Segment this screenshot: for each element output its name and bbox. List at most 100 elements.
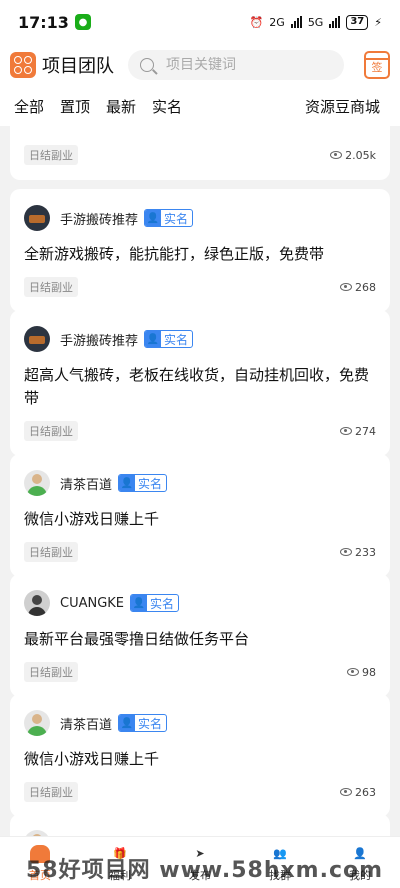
- profile-icon: 👤: [353, 847, 367, 860]
- post-footer: 日结副业 2.05k: [24, 144, 376, 166]
- post-card[interactable]: 手游搬砖推荐 👤 实名 全新游戏搬砖，能抗能打，绿色正版，免费带 日结副业 268: [10, 189, 390, 312]
- status-time: 17:13: [18, 12, 69, 32]
- view-count: 98: [362, 665, 376, 679]
- checkin-calendar-button[interactable]: 签: [364, 51, 390, 79]
- post-card[interactable]: 日结副业 2.05k: [10, 126, 390, 180]
- tabbar-publish[interactable]: ➤ 发布: [160, 837, 240, 888]
- avatar[interactable]: [24, 470, 50, 496]
- post-views: 274: [340, 425, 376, 438]
- signal-icon: [290, 16, 302, 28]
- tabbar-mine-label: 我的: [349, 868, 371, 882]
- eye-icon: [330, 151, 343, 159]
- post-author-row: 手游搬砖推荐 👤 实名: [24, 203, 376, 233]
- view-count: 263: [355, 785, 376, 799]
- user-icon: 👤: [119, 715, 136, 731]
- tabbar-welfare-label: 福利: [109, 868, 131, 882]
- alarm-icon: ⏰: [249, 15, 264, 29]
- tabbar-mine[interactable]: 👤 我的: [320, 837, 400, 888]
- user-icon: 👤: [145, 331, 162, 347]
- search-bar[interactable]: [128, 50, 344, 80]
- verified-badge: 👤 实名: [118, 714, 168, 732]
- user-icon: 👤: [131, 595, 148, 611]
- avatar[interactable]: [24, 590, 50, 616]
- post-card[interactable]: CUANGKE 👤 实名 最新平台最强零撸日结做任务平台 日结副业 98: [10, 574, 390, 697]
- author-name[interactable]: 清茶百道: [60, 474, 112, 493]
- post-card[interactable]: 清茶百道 👤 实名 微信小游戏日赚上千 日结副业 263: [10, 694, 390, 817]
- verified-badge: 👤 实名: [118, 474, 168, 492]
- post-card[interactable]: [10, 814, 390, 836]
- post-author-row: CUANGKE 👤 实名: [24, 588, 376, 618]
- author-name[interactable]: 手游搬砖推荐: [60, 209, 138, 228]
- verified-label: 实名: [138, 716, 163, 731]
- app-logo-icon: [10, 52, 36, 78]
- post-title[interactable]: 全新游戏搬砖，能抗能打，绿色正版，免费带: [24, 243, 376, 266]
- search-icon: [140, 58, 154, 72]
- status-indicators: ⏰ 2G 5G 37 ⚡: [249, 14, 382, 30]
- post-tag: 日结副业: [24, 662, 78, 682]
- post-views: 2.05k: [330, 149, 376, 162]
- author-name[interactable]: 手游搬砖推荐: [60, 330, 138, 349]
- post-views: 268: [340, 281, 376, 294]
- post-title[interactable]: 最新平台最强零撸日结做任务平台: [24, 628, 376, 651]
- post-title[interactable]: 微信小游戏日赚上千: [24, 508, 376, 531]
- post-footer: 日结副业 98: [24, 661, 376, 683]
- avatar[interactable]: [24, 710, 50, 736]
- post-feed[interactable]: 日结副业 2.05k 手游搬砖推荐 👤 实名 全新游戏搬砖，能抗能打，绿色正版，免…: [0, 126, 400, 836]
- post-views: 233: [340, 546, 376, 559]
- app-title: 项目团队: [42, 56, 114, 77]
- post-title[interactable]: 超高人气搬砖，老板在线收货，自动挂机回收，免费带: [24, 364, 376, 410]
- eye-icon: [340, 427, 352, 435]
- verified-badge: 👤 实名: [144, 209, 194, 227]
- verified-badge: 👤 实名: [144, 330, 194, 348]
- post-views: 98: [347, 666, 376, 679]
- post-tag: 日结副业: [24, 145, 78, 165]
- view-count: 233: [355, 545, 376, 559]
- post-author-row: 手游搬砖推荐 👤 实名: [24, 324, 376, 354]
- eye-icon: [340, 788, 352, 796]
- tab-all[interactable]: 全部: [14, 96, 44, 117]
- tabbar-publish-label: 发布: [189, 868, 211, 882]
- avatar[interactable]: [24, 326, 50, 352]
- wechat-notification-icon: ●: [74, 14, 91, 30]
- verified-label: 实名: [138, 476, 163, 491]
- tabbar-groups[interactable]: 👥 找群: [240, 837, 320, 888]
- post-footer: 日结副业 233: [24, 541, 376, 563]
- author-name[interactable]: CUANGKE: [60, 596, 124, 611]
- search-input[interactable]: [166, 57, 326, 73]
- verified-label: 实名: [164, 332, 189, 347]
- post-tag: 日结副业: [24, 542, 78, 562]
- post-footer: 日结副业 268: [24, 276, 376, 298]
- home-icon: [29, 843, 51, 865]
- store-link[interactable]: 资源豆商城: [305, 96, 380, 117]
- filter-tabs: 全部 置顶 最新 实名 资源豆商城: [0, 86, 400, 126]
- post-views: 263: [340, 786, 376, 799]
- post-tag: 日结副业: [24, 782, 78, 802]
- view-count: 2.05k: [345, 148, 376, 162]
- post-author-row: [24, 828, 376, 836]
- user-icon: 👤: [145, 210, 162, 226]
- signal-icon-2: [329, 16, 341, 28]
- tab-latest[interactable]: 最新: [106, 96, 136, 117]
- tabbar-welfare[interactable]: 🎁 福利: [80, 837, 160, 888]
- verified-label: 实名: [150, 596, 175, 611]
- checkin-label: 签: [371, 60, 383, 74]
- verified-badge: 👤 实名: [130, 594, 180, 612]
- bottom-tab-bar: 首页 🎁 福利 ➤ 发布 👥 找群 👤 我的: [0, 836, 400, 888]
- tabbar-home[interactable]: 首页: [0, 837, 80, 888]
- post-title[interactable]: 微信小游戏日赚上千: [24, 748, 376, 771]
- charging-icon: ⚡: [374, 15, 382, 29]
- tab-verified[interactable]: 实名: [152, 96, 182, 117]
- group-icon: 👥: [273, 847, 287, 860]
- avatar[interactable]: [24, 205, 50, 231]
- battery-level: 37: [346, 14, 369, 30]
- send-icon: ➤: [195, 847, 205, 860]
- eye-icon: [340, 283, 352, 291]
- gift-icon: 🎁: [113, 847, 127, 860]
- verified-label: 实名: [164, 211, 189, 226]
- post-author-row: 清茶百道 👤 实名: [24, 468, 376, 498]
- status-bar: 17:13 ● ⏰ 2G 5G 37 ⚡: [0, 0, 400, 44]
- tab-pinned[interactable]: 置顶: [60, 96, 90, 117]
- author-name[interactable]: 清茶百道: [60, 714, 112, 733]
- post-card[interactable]: 清茶百道 👤 实名 微信小游戏日赚上千 日结副业 233: [10, 454, 390, 577]
- post-card[interactable]: 手游搬砖推荐 👤 实名 超高人气搬砖，老板在线收货，自动挂机回收，免费带 日结副业…: [10, 310, 390, 456]
